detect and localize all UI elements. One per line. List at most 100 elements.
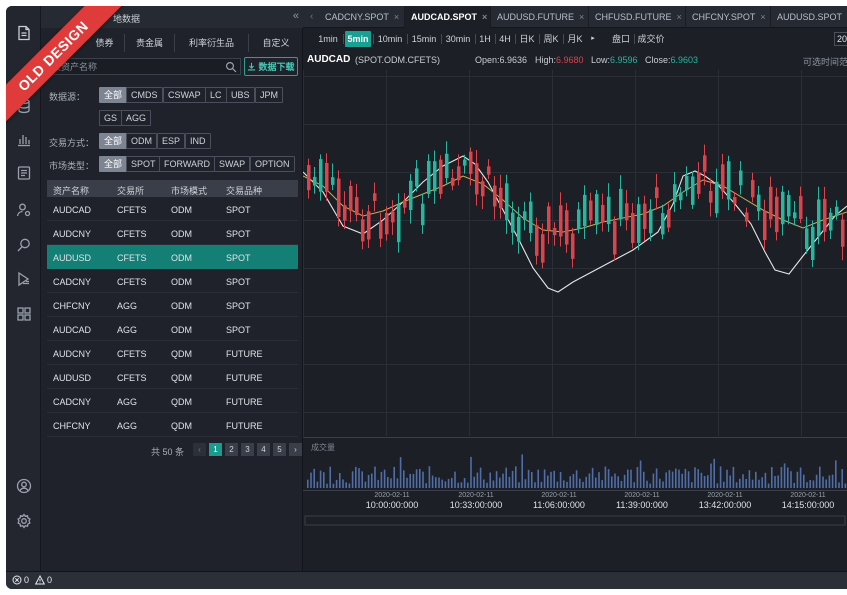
grid-icon[interactable] [13, 303, 34, 324]
download-label: 数据下载 [258, 62, 295, 72]
table-row[interactable]: AUDUSD CFETS ODM SPOT [47, 245, 298, 269]
table-row[interactable]: CADCNY AGG QDM FUTURE [47, 389, 298, 413]
trade-mode-chip-ind[interactable]: IND [185, 133, 211, 149]
volume-bar [566, 481, 568, 488]
column-header-market-mode[interactable]: 市场模式 [171, 184, 207, 197]
user-settings-icon[interactable] [13, 199, 34, 220]
tab-rate-derivatives[interactable]: 利率衍生品 [175, 34, 249, 52]
trade-mode-chip-all[interactable]: 全部 [99, 133, 128, 149]
table-row[interactable]: AUDCNY CFETS ODM SPOT [47, 221, 298, 245]
search-icon[interactable] [225, 61, 237, 73]
market-type-chip-forward[interactable]: FORWARD [159, 156, 215, 172]
page-3-button[interactable]: 3 [241, 443, 254, 456]
candle-body [691, 176, 695, 205]
candle-body [565, 210, 569, 245]
bar-chart-icon[interactable] [13, 128, 34, 149]
source-chip-agg[interactable]: AGG [121, 110, 152, 126]
page-4-button[interactable]: 4 [257, 443, 270, 456]
source-chip-all[interactable]: 全部 [99, 87, 128, 103]
source-chip-jpm[interactable]: JPM [255, 87, 283, 103]
candle-body [541, 234, 545, 263]
source-chip-ubs[interactable]: UBS [226, 87, 255, 103]
asset-search-box [47, 58, 241, 75]
candle-body [571, 233, 575, 259]
candle-body [397, 204, 401, 243]
trade-mode-chip-esp[interactable]: ESP [157, 133, 186, 149]
next-page-button[interactable]: › [289, 443, 302, 456]
candle-body [589, 200, 593, 221]
volume-bar [396, 478, 399, 488]
candle-body [547, 206, 551, 231]
warning-count[interactable]: 0 [35, 575, 52, 585]
database-icon[interactable] [13, 95, 34, 116]
time-tick-date: 2020-02-11 [624, 492, 660, 499]
tab-precious-metals[interactable]: 贵金属 [125, 34, 175, 52]
volume-bar [697, 469, 699, 488]
exchange-cell: CFETS [117, 373, 147, 383]
column-header-instrument[interactable]: 交易品种 [226, 184, 262, 197]
market-type-chip-all[interactable]: 全部 [99, 156, 128, 172]
prev-page-button[interactable]: ‹ [193, 443, 206, 456]
source-chip-gs[interactable]: GS [99, 110, 123, 126]
account-icon[interactable] [13, 475, 34, 496]
column-header-asset[interactable]: 资产名称 [53, 184, 89, 197]
candle-body [769, 186, 773, 220]
table-row[interactable]: CADCNY CFETS ODM SPOT [47, 269, 298, 293]
search-icon[interactable] [13, 234, 34, 255]
volume-bar [428, 466, 431, 488]
volume-bar [371, 473, 373, 488]
table-row[interactable]: CHFCNY AGG QDM FUTURE [47, 413, 298, 437]
tab-custom[interactable]: 自定义 [249, 34, 303, 52]
volume-bar [521, 454, 523, 488]
volume-bar [463, 478, 466, 488]
table-row[interactable]: AUDUSD CFETS QDM FUTURE [47, 365, 298, 389]
market-mode-cell: QDM [171, 397, 192, 407]
instrument-cell: FUTURE [226, 349, 263, 359]
candle-body [613, 221, 617, 255]
candlestick-chart[interactable] [303, 6, 847, 571]
error-count-value: 0 [24, 575, 30, 585]
page-2-button[interactable]: 2 [225, 443, 238, 456]
volume-bar [684, 468, 687, 488]
table-row[interactable]: CHFCNY AGG ODM SPOT [47, 293, 298, 317]
volume-bar [550, 471, 552, 488]
download-data-button[interactable]: 数据下载 [244, 57, 298, 76]
page-5-button[interactable]: 5 [273, 443, 286, 456]
volume-bar [783, 463, 786, 488]
volume-bar [511, 470, 514, 488]
table-row[interactable]: AUDCAD CFETS ODM SPOT [47, 197, 298, 221]
market-type-chip-option[interactable]: OPTION [250, 156, 295, 172]
market-type-chip-spot[interactable]: SPOT [126, 156, 161, 172]
volume-bar [755, 471, 757, 488]
volume-bar [636, 467, 639, 488]
table-row[interactable]: AUDCAD AGG ODM SPOT [47, 317, 298, 341]
source-chip-lc[interactable]: LC [205, 87, 227, 103]
source-chip-cswap[interactable]: CSWAP [163, 87, 206, 103]
candle-body [427, 160, 431, 194]
document-icon[interactable] [13, 22, 34, 43]
tab-bonds[interactable]: 债券 [85, 34, 125, 52]
deploy-icon[interactable] [13, 268, 34, 289]
list-icon[interactable] [13, 162, 34, 183]
settings-icon[interactable] [13, 510, 34, 531]
trade-mode-chip-odm[interactable]: ODM [126, 133, 157, 149]
instrument-cell: FUTURE [226, 373, 263, 383]
candle-body [697, 172, 701, 194]
source-chip-cmds[interactable]: CMDS [126, 87, 163, 103]
collapse-panel-icon[interactable]: « [293, 10, 299, 22]
page-1-button[interactable]: 1 [209, 443, 222, 456]
time-tick: 2020-02-11 14:15:00:000 [768, 492, 847, 510]
table-row[interactable]: AUDCNY CFETS QDM FUTURE [47, 341, 298, 365]
volume-bar [387, 477, 389, 488]
candle-body [595, 194, 599, 225]
candle-body [553, 227, 557, 236]
volume-bar [313, 468, 315, 488]
error-count[interactable]: 0 [12, 575, 29, 585]
time-tick-time: 14:15:00:000 [781, 500, 835, 510]
asset-search-input[interactable] [52, 60, 222, 74]
market-type-chip-swap[interactable]: SWAP [214, 156, 251, 172]
candle-body [685, 176, 689, 191]
instrument-cell: SPOT [226, 205, 251, 215]
column-header-exchange[interactable]: 交易所 [117, 184, 144, 197]
candle-body [469, 151, 473, 174]
